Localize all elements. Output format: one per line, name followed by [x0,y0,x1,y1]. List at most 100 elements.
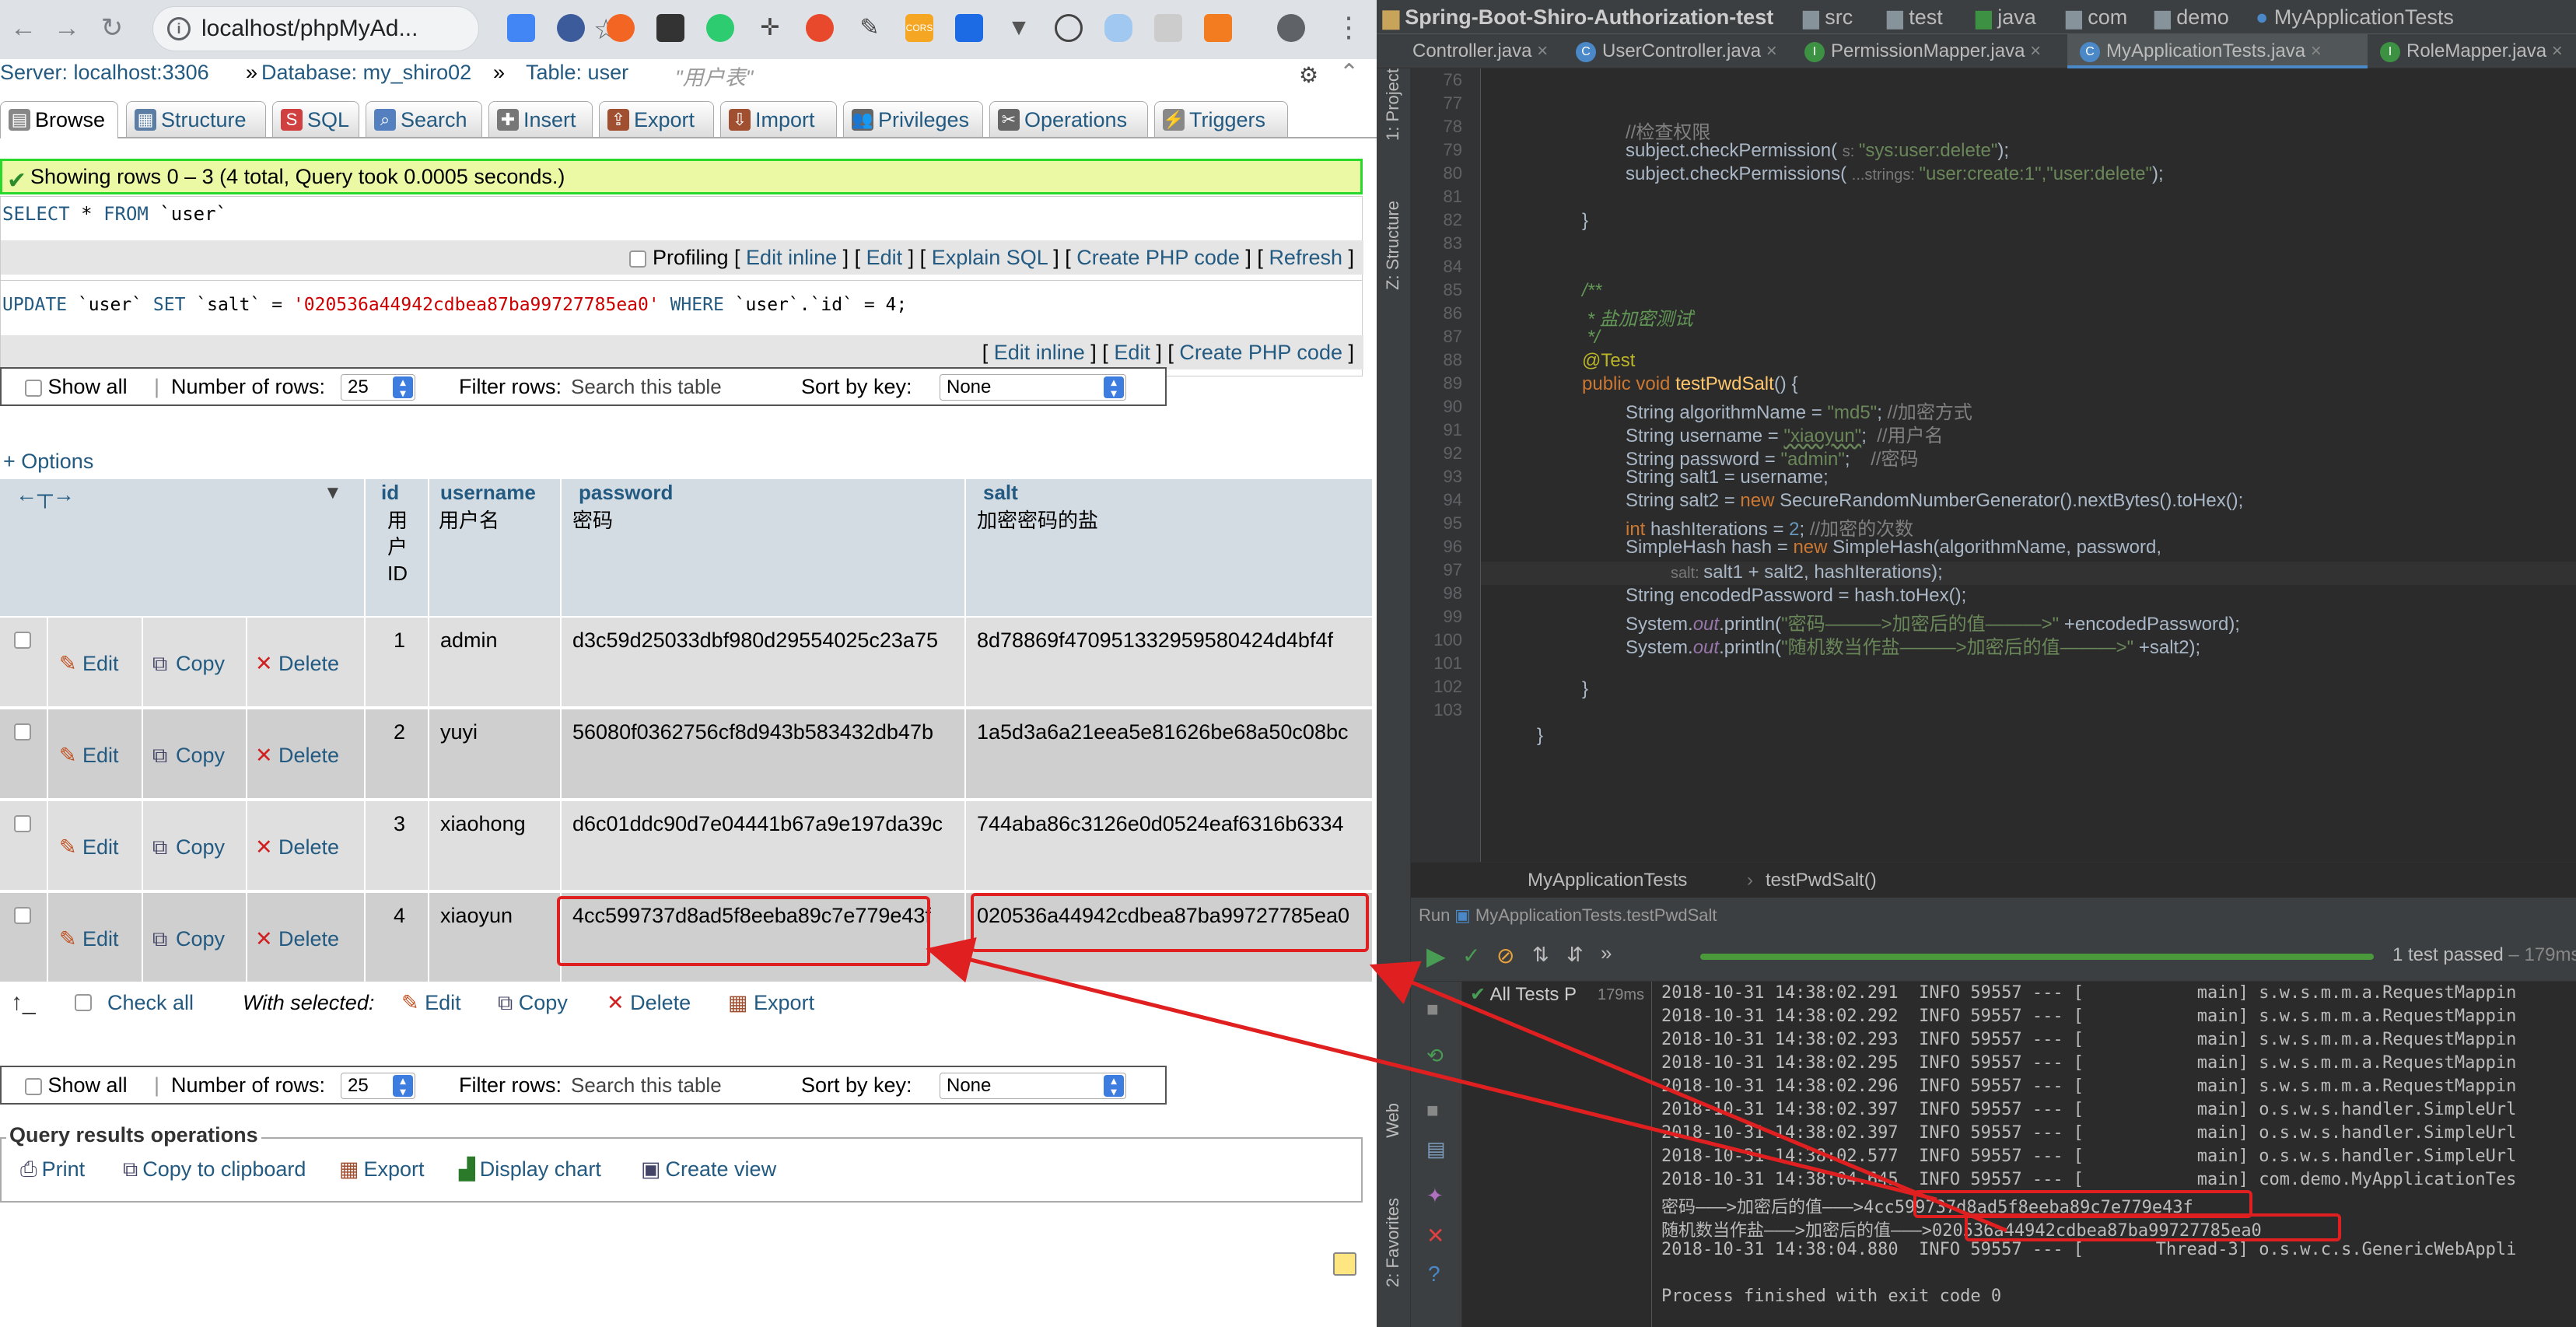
edit-button[interactable]: ✎ Edit [59,744,119,768]
cell-password[interactable]: 56080f0362756cf8d943b583432db47b [562,709,966,800]
show-all-checkbox[interactable] [25,1077,42,1095]
reload-icon[interactable]: ↻ [95,11,129,45]
tab-operations[interactable]: ✂ Operations [989,101,1148,137]
rows-per-page-select[interactable]: 25 ▴ ▾ [341,1073,415,1099]
tab-import[interactable]: ⇩ Import [720,101,837,137]
project-name[interactable]: ▆ Spring-Boot-Shiro-Authorization-test [1383,0,1773,34]
edit-inline-link[interactable]: Edit inline [746,246,837,269]
tab-insert[interactable]: ✚ Insert [488,101,593,137]
path-demo[interactable]: ▆ demo [2154,0,2229,34]
cell-username[interactable]: xiaoyun [429,893,562,983]
close-icon[interactable]: × [2552,40,2563,61]
eyedropper-extension-icon[interactable]: ✎ [856,14,884,42]
editor-tab[interactable]: Controller.java × [1412,34,1548,68]
cell-id[interactable]: 4 [366,893,429,983]
extension-icon[interactable] [955,14,983,42]
speed-extension-icon[interactable] [1055,14,1083,42]
cell-id[interactable]: 2 [366,709,429,800]
extension-icon[interactable] [1154,14,1182,42]
cell-username[interactable]: yuyi [429,709,562,800]
copy-button[interactable]: ⧉ Copy [152,835,225,860]
check-all-label[interactable]: Check all [107,991,194,1015]
move-extension-icon[interactable]: ✛ [756,14,784,42]
edit-link[interactable]: Edit [1114,341,1150,364]
create-php-code-link[interactable]: Create PHP code [1179,341,1342,364]
breadcrumb-method[interactable]: testPwdSalt() [1766,863,1877,898]
editor-tab[interactable]: I PermissionMapper.java × [1804,34,2069,68]
column-header-id[interactable]: id 用户ID [366,479,429,616]
close-icon[interactable]: × [2311,40,2322,61]
explain-sql-link[interactable]: Explain SQL [932,246,1048,269]
row-checkbox[interactable] [14,907,31,924]
browser-menu-icon[interactable]: ⋮ [1335,11,1363,44]
stop-icon[interactable]: ■ [1426,997,1439,1021]
selected-edit-button[interactable]: ✎ Edit [401,991,461,1015]
translate-extension-icon[interactable] [507,14,535,42]
extension-icon[interactable] [656,14,684,42]
column-resize-icon[interactable]: ←┬→ [16,482,75,507]
cell-id[interactable]: 1 [366,618,429,708]
tab-privileges[interactable]: 👥 Privileges [843,101,983,137]
sort-by-key-select[interactable]: None ▴ ▾ [940,1073,1126,1099]
column-name[interactable]: username [440,481,536,505]
column-name[interactable]: id [381,481,399,505]
back-arrow-icon[interactable]: ← [6,11,40,45]
edit-button[interactable]: ✎ Edit [59,835,119,860]
extension-icon[interactable] [806,14,834,42]
editor-tab[interactable]: C UserController.java × [1576,34,1817,68]
cell-id[interactable]: 3 [366,801,429,891]
create-view-link[interactable]: ▣ Create view [641,1157,776,1182]
run-config[interactable]: ▣ MyApplicationTests.testPwdSalt [1454,898,1717,933]
tab-structure[interactable]: ▦ Structure [126,101,266,137]
filter-rows-input[interactable]: Search this table [568,373,793,401]
close-icon[interactable]: × [2030,40,2041,61]
tab-browse[interactable]: ▤ Browse [0,101,118,138]
delete-button[interactable]: ✕ Delete [255,835,339,860]
cloud-extension-icon[interactable] [1104,14,1132,42]
web-tool-button[interactable]: Web [1383,1103,1403,1138]
structure-tool-button[interactable]: Z: Structure [1383,201,1403,290]
cors-extension-icon[interactable]: CORS [905,14,933,42]
row-checkbox[interactable] [14,723,31,741]
copy-button[interactable]: ⧉ Copy [152,744,225,769]
close-icon[interactable]: ✕ [1426,1223,1444,1248]
tab-triggers[interactable]: ⚡ Triggers [1154,101,1288,137]
row-checkbox[interactable] [14,815,31,832]
server-breadcrumb[interactable]: Server: localhost:3306 [0,61,209,85]
console-output[interactable]: 2018-10-31 14:38:02.291 INFO 59557 --- [… [1652,982,2576,1327]
create-php-code-link[interactable]: Create PHP code [1076,246,1240,269]
show-passed-icon[interactable]: ✓ [1462,943,1480,968]
cell-salt[interactable]: 8d78869f470951332959580424d4bf4f [966,618,1374,708]
cell-password[interactable]: d6c01ddc90d7e04441b67a9e197da39c [562,801,966,891]
edit-button[interactable]: ✎ Edit [59,652,119,676]
extension-icon[interactable] [557,14,585,42]
column-header-salt[interactable]: salt 加密密码的盐 [966,479,1374,616]
table-breadcrumb[interactable]: Table: user [526,61,628,85]
extension-icon[interactable] [1204,14,1232,42]
close-icon[interactable]: × [1766,40,1777,61]
edit-link[interactable]: Edit [866,246,903,269]
help-icon[interactable]: ? [1428,1262,1440,1287]
export-link[interactable]: ▦ Export [339,1157,425,1182]
editor-tab-active[interactable]: C MyApplicationTests.java × [2067,34,2368,68]
extension-icon[interactable] [607,14,635,42]
test-tree-root[interactable]: ✔ All Tests P [1470,983,1577,1006]
settings-gear-icon[interactable]: ⚙ [1299,62,1318,88]
refresh-link[interactable]: Refresh [1269,246,1342,269]
copy-button[interactable]: ⧉ Copy [152,927,225,952]
selected-delete-button[interactable]: ✕ Delete [607,991,691,1015]
tab-search[interactable]: ⌕ Search [366,101,482,137]
copy-button[interactable]: ⧉ Copy [152,652,225,677]
path-java[interactable]: ▆ java [1976,0,2036,34]
edit-button[interactable]: ✎ Edit [59,927,119,951]
extension-icon[interactable] [706,14,734,42]
close-icon[interactable]: × [1537,40,1548,61]
print-link[interactable]: ⎙ Print [20,1157,85,1182]
code-editor[interactable]: //检查权限 subject.checkPermission( s: "sys:… [1481,68,2576,862]
more-icon[interactable]: » [1601,941,1612,965]
sort-by-key-select[interactable]: None ▴ ▾ [940,374,1126,401]
profile-avatar-icon[interactable] [1277,14,1305,42]
database-breadcrumb[interactable]: Database: my_shiro02 [261,61,471,85]
path-test[interactable]: ▆ test [1887,0,1943,34]
forward-arrow-icon[interactable]: → [50,11,84,45]
